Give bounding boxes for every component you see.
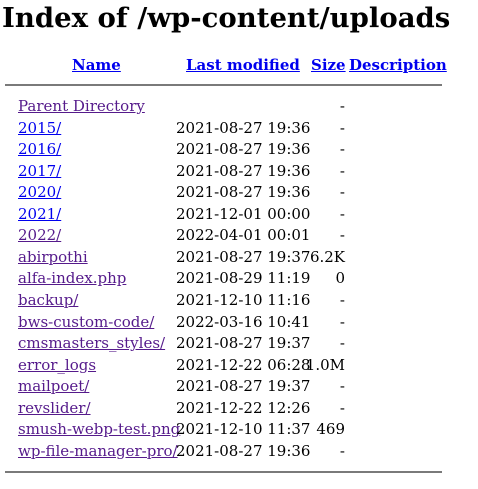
- last-modified-cell: 2021-12-22 12:26: [176, 398, 311, 417]
- size-cell: -: [339, 334, 345, 353]
- size-cell: 469: [316, 420, 345, 439]
- size-cell: -: [339, 140, 345, 159]
- table-row: alfa-index.php 2021-08-29 11:19 0: [0, 269, 478, 290]
- entry-link[interactable]: smush-webp-test.png: [18, 420, 180, 439]
- parent-directory-link[interactable]: Parent Directory: [18, 97, 145, 116]
- last-modified-cell: 2022-04-01 00:01: [176, 226, 311, 245]
- entry-link[interactable]: 2020/: [18, 183, 61, 202]
- table-row: smush-webp-test.png 2021-12-10 11:37 469: [0, 420, 478, 441]
- entry-link[interactable]: alfa-index.php: [18, 269, 126, 288]
- table-row: 2022/2022-04-01 00:01 -: [0, 226, 478, 247]
- entry-link[interactable]: abirpothi: [18, 248, 88, 267]
- size-cell: 1.0M: [305, 355, 345, 374]
- size-cell: -: [339, 377, 345, 396]
- table-row: bws-custom-code/2022-03-16 10:41 -: [0, 313, 478, 334]
- entry-link[interactable]: 2016/: [18, 140, 61, 159]
- sort-by-last-modified-link[interactable]: Last modified: [186, 56, 300, 74]
- table-row: 2017/2021-08-27 19:36 -: [0, 162, 478, 183]
- last-modified-cell: 2021-08-27 19:37: [176, 377, 311, 396]
- entry-link[interactable]: 2017/: [18, 162, 61, 181]
- last-modified-cell: 2021-08-27 19:36: [176, 140, 311, 159]
- table-row: cmsmasters_styles/2021-08-27 19:37 -: [0, 334, 478, 355]
- footer-divider: [5, 471, 442, 473]
- size-cell: -: [339, 161, 345, 180]
- sort-by-name-link[interactable]: Name: [72, 56, 121, 74]
- table-row: wp-file-manager-pro/2021-08-27 19:36 -: [0, 442, 478, 463]
- size-cell: -: [339, 204, 345, 223]
- sort-by-size-link[interactable]: Size: [311, 56, 346, 74]
- last-modified-cell: 2022-03-16 10:41: [176, 312, 311, 331]
- entry-link[interactable]: 2021/: [18, 205, 61, 224]
- last-modified-cell: 2021-08-27 19:37: [176, 334, 311, 353]
- table-row: backup/2021-12-10 11:16 -: [0, 291, 478, 312]
- entry-link[interactable]: error_logs: [18, 356, 96, 375]
- entry-link[interactable]: wp-file-manager-pro/: [18, 442, 178, 461]
- table-row: 2015/2021-08-27 19:36 -: [0, 119, 478, 140]
- last-modified-cell: 2021-08-27 19:36: [176, 118, 311, 137]
- entry-link[interactable]: bws-custom-code/: [18, 313, 154, 332]
- last-modified-cell: 2021-12-10 11:16: [176, 291, 311, 310]
- table-row: 2016/2021-08-27 19:36 -: [0, 140, 478, 161]
- size-cell: -: [339, 183, 345, 202]
- size-cell: -: [339, 226, 345, 245]
- last-modified-cell: 2021-12-01 00:00: [176, 204, 311, 223]
- table-row: error_logs 2021-12-22 06:28 1.0M: [0, 356, 478, 377]
- size-cell: -: [339, 118, 345, 137]
- header-divider: [5, 84, 442, 86]
- size-cell: -: [339, 441, 345, 460]
- size-cell: -: [339, 97, 345, 115]
- table-row: 2021/2021-12-01 00:00 -: [0, 205, 478, 226]
- entry-link[interactable]: mailpoet/: [18, 377, 89, 396]
- table-row: revslider/2021-12-22 12:26 -: [0, 399, 478, 420]
- entry-link[interactable]: 2015/: [18, 119, 61, 138]
- last-modified-cell: 2021-08-27 19:36: [176, 161, 311, 180]
- entry-link[interactable]: 2022/: [18, 226, 61, 245]
- table-row: 2020/2021-08-27 19:36 -: [0, 183, 478, 204]
- size-cell: 6.2K: [309, 247, 345, 266]
- size-cell: -: [339, 291, 345, 310]
- last-modified-cell: 2021-08-27 19:37: [176, 247, 311, 266]
- entry-link[interactable]: revslider/: [18, 399, 91, 418]
- size-cell: -: [339, 312, 345, 331]
- entry-link[interactable]: backup/: [18, 291, 78, 310]
- sort-by-description-link[interactable]: Description: [349, 56, 447, 74]
- last-modified-cell: 2021-08-29 11:19: [176, 269, 311, 288]
- table-row: Parent Directory -: [0, 97, 478, 118]
- size-cell: 0: [335, 269, 345, 288]
- last-modified-cell: 2021-08-27 19:36: [176, 441, 311, 460]
- last-modified-cell: 2021-08-27 19:36: [176, 183, 311, 202]
- table-row: abirpothi 2021-08-27 19:37 6.2K: [0, 248, 478, 269]
- entry-link[interactable]: cmsmasters_styles/: [18, 334, 165, 353]
- last-modified-cell: 2021-12-10 11:37: [176, 420, 311, 439]
- table-row: mailpoet/2021-08-27 19:37 -: [0, 377, 478, 398]
- last-modified-cell: 2021-12-22 06:28: [176, 355, 311, 374]
- page-title: Index of /wp-content/uploads: [2, 2, 451, 34]
- size-cell: -: [339, 398, 345, 417]
